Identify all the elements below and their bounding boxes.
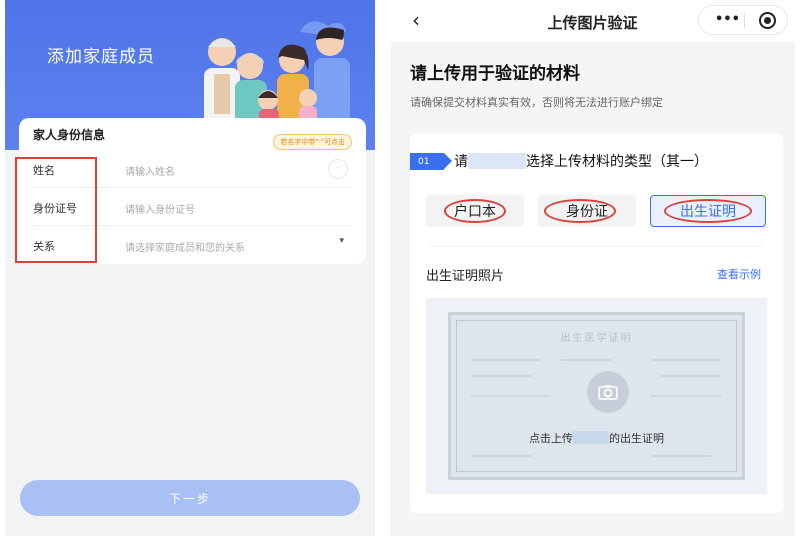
relation-select[interactable]: 请选择家庭成员和您的关系: [125, 239, 245, 254]
redacted-name: [468, 153, 526, 169]
upload-prefix: 点击上传: [529, 432, 573, 445]
camera-icon[interactable]: [587, 371, 629, 413]
annotation-ellipse: [444, 199, 506, 223]
annotation-ellipse: [664, 199, 752, 223]
nav-bar: ‹ 上传图片验证 •••: [390, 0, 795, 42]
card-title: 家人身份信息: [33, 128, 106, 142]
certificate-line: [471, 395, 551, 397]
certificate-line: [651, 395, 721, 397]
upload-verification-screen: ‹ 上传图片验证 ••• 请上传用于验证的材料 请确保提交材料真实有效，否则将无…: [390, 0, 795, 536]
certificate-line: [561, 359, 611, 361]
step-prefix: 请: [454, 154, 468, 170]
certificate-line: [651, 455, 711, 457]
target-icon[interactable]: [759, 12, 776, 29]
certificate-line: [471, 455, 531, 457]
main-subtitle: 请确保提交材料真实有效，否则将无法进行账户绑定: [410, 96, 663, 109]
label-highlight-box: [15, 157, 97, 263]
dot-hint-tag[interactable]: 若名字中带"·"可点击: [273, 134, 352, 150]
material-panel: 01 请选择上传材料的类型（其一） 户口本 身份证 出生证明 出生证明照片 查看…: [410, 133, 783, 513]
step-suffix: 选择上传材料的类型（其一）: [526, 154, 708, 170]
chevron-down-icon[interactable]: ▾: [339, 236, 344, 246]
insert-dot-button[interactable]: ·: [328, 159, 348, 179]
certificate-line: [651, 359, 721, 361]
divider: [430, 246, 762, 247]
photo-section-title: 出生证明照片: [426, 269, 505, 284]
certificate-placeholder[interactable]: 出生医学证明 点击上传 的出生证明: [448, 312, 745, 480]
upload-instruction[interactable]: 点击上传 的出生证明: [451, 430, 742, 446]
annotation-ellipse: [544, 199, 616, 223]
capsule-divider: [744, 13, 745, 29]
mini-program-capsule: •••: [698, 5, 788, 35]
name-input[interactable]: 请输入姓名: [125, 163, 175, 178]
family-illustration: [204, 21, 350, 127]
certificate-title: 出生医学证明: [560, 333, 633, 344]
certificate-line: [471, 359, 541, 361]
add-family-member-screen: 添加家庭成员 家人身份信息 若名字中带"·"可点击 姓名 请输入姓名 · 身份证…: [5, 0, 375, 536]
more-dots-icon[interactable]: •••: [715, 12, 740, 27]
next-step-button[interactable]: 下一步: [20, 480, 360, 516]
redacted-name: [573, 431, 609, 444]
id-number-input[interactable]: 请输入身份证号: [125, 201, 195, 216]
upload-suffix: 的出生证明: [609, 432, 664, 445]
certificate-line: [471, 375, 531, 377]
certificate-line: [661, 375, 721, 377]
step-instruction: 请 选择上传材料的类型（其一）: [454, 151, 708, 171]
main-title: 请上传用于验证的材料: [410, 64, 580, 84]
hero-title: 添加家庭成员: [47, 47, 155, 67]
step-badge: 01: [410, 153, 452, 170]
view-example-link[interactable]: 查看示例: [717, 266, 761, 282]
upload-area[interactable]: 出生医学证明 点击上传 的出生证明: [426, 298, 767, 494]
